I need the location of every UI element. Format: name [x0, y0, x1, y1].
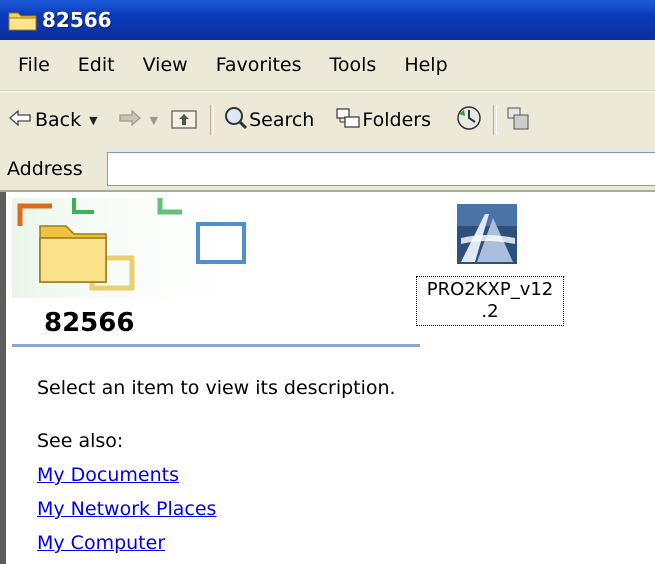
- up-folder-icon: [170, 106, 198, 135]
- forward-button[interactable]: ▼: [118, 109, 158, 132]
- window-title: 82566: [42, 8, 112, 32]
- folders-icon: [334, 106, 362, 135]
- history-icon: [455, 104, 483, 137]
- file-name-line: .2: [481, 301, 499, 322]
- menu-bar: File Edit View Favorites Tools Help: [0, 40, 655, 91]
- back-label: Back: [35, 109, 82, 131]
- file-name-label[interactable]: PRO2KXP_v12 .2: [416, 276, 564, 326]
- back-button[interactable]: Back ▼: [8, 109, 98, 132]
- toolbar-separator: [492, 105, 497, 135]
- folder-icon: [39, 225, 107, 283]
- forward-arrow-icon: [118, 109, 142, 132]
- search-label: Search: [249, 109, 315, 131]
- see-also-label: See also:: [37, 430, 124, 452]
- menu-help[interactable]: Help: [390, 54, 461, 76]
- menu-file[interactable]: File: [0, 54, 64, 76]
- address-label: Address: [7, 158, 83, 180]
- title-bar: 82566: [0, 0, 655, 40]
- menu-edit[interactable]: Edit: [64, 54, 129, 76]
- banner-divider: [12, 344, 420, 347]
- address-input[interactable]: [107, 152, 655, 186]
- menu-tools[interactable]: Tools: [316, 54, 391, 76]
- folder-name-heading: 82566: [44, 308, 135, 338]
- link-my-computer[interactable]: My Computer: [37, 532, 165, 554]
- installer-icon[interactable]: [455, 202, 519, 266]
- item-description: Select an item to view its description.: [37, 377, 396, 399]
- chevron-down-icon[interactable]: ▼: [89, 114, 97, 127]
- menu-favorites[interactable]: Favorites: [202, 54, 316, 76]
- toolbar: Back ▼ ▼ Search Folders: [0, 91, 655, 149]
- history-button[interactable]: [455, 104, 483, 137]
- search-button[interactable]: Search: [223, 105, 314, 136]
- toolbar-separator: [210, 105, 215, 135]
- link-my-documents[interactable]: My Documents: [37, 464, 179, 486]
- search-icon: [223, 105, 249, 136]
- folder-icon: [8, 9, 38, 31]
- address-bar: Address: [0, 148, 655, 192]
- folder-banner: 82566: [12, 198, 420, 348]
- menu-view[interactable]: View: [129, 54, 202, 76]
- up-button[interactable]: [170, 106, 198, 135]
- chevron-down-icon[interactable]: ▼: [150, 114, 158, 127]
- task-pane: 82566 Select an item to view its descrip…: [0, 192, 426, 564]
- folder-view: 82566 Select an item to view its descrip…: [0, 192, 655, 564]
- move-to-button[interactable]: [506, 105, 530, 136]
- folders-label: Folders: [362, 109, 431, 131]
- folders-button[interactable]: Folders: [334, 106, 431, 135]
- file-name-line: PRO2KXP_v12: [426, 279, 554, 300]
- move-to-icon: [506, 105, 530, 136]
- link-my-network-places[interactable]: My Network Places: [37, 498, 216, 520]
- back-arrow-icon: [8, 109, 32, 132]
